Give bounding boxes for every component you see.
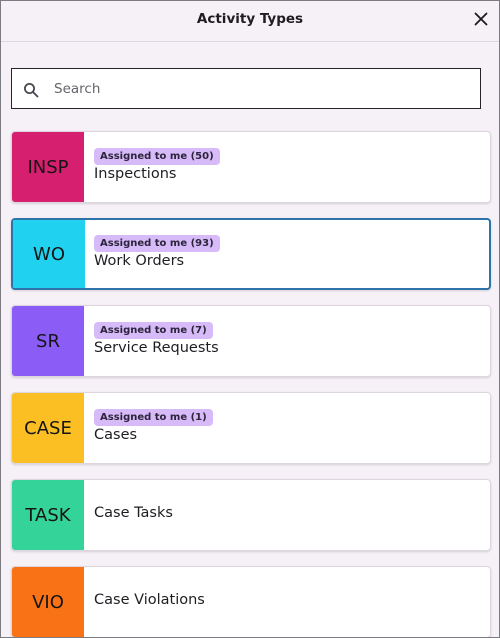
activity-type-list: INSP Assigned to me (50) Inspections WO … <box>11 131 491 637</box>
activity-type-name: Cases <box>94 427 138 443</box>
activity-type-card-service-requests[interactable]: SR Assigned to me (7) Service Requests <box>11 305 491 377</box>
activity-type-name: Inspections <box>94 166 177 182</box>
assigned-badge: Assigned to me (7) <box>94 322 213 339</box>
activity-type-name: Case Tasks <box>94 505 173 521</box>
dialog-header: Activity Types <box>1 1 499 42</box>
activity-code-tile: INSP <box>12 132 84 202</box>
assigned-badge: Assigned to me (93) <box>94 235 220 252</box>
activity-type-card-cases[interactable]: CASE Assigned to me (1) Cases <box>11 392 491 464</box>
activity-type-card-work-orders[interactable]: WO Assigned to me (93) Work Orders <box>11 218 491 290</box>
activity-type-card-case-violations[interactable]: VIO Case Violations <box>11 566 491 637</box>
activity-type-card-case-tasks[interactable]: TASK Case Tasks <box>11 479 491 551</box>
activity-code-tile: CASE <box>12 393 84 463</box>
search-input[interactable] <box>52 77 466 101</box>
activity-type-name: Service Requests <box>94 340 219 356</box>
close-icon <box>474 12 488 26</box>
assigned-badge: Assigned to me (1) <box>94 409 213 426</box>
activity-types-dialog: Activity Types INSP Assigned to me (50) … <box>0 0 500 638</box>
dialog-title: Activity Types <box>196 11 304 27</box>
activity-type-name: Case Violations <box>94 592 205 608</box>
activity-code-tile: VIO <box>12 567 84 637</box>
activity-type-name: Work Orders <box>94 253 185 269</box>
close-button[interactable] <box>471 9 491 29</box>
activity-type-card-inspections[interactable]: INSP Assigned to me (50) Inspections <box>11 131 491 203</box>
assigned-badge: Assigned to me (50) <box>94 148 220 165</box>
search-icon <box>24 83 39 98</box>
search-field[interactable] <box>11 68 481 109</box>
activity-code-tile: TASK <box>12 480 84 550</box>
activity-code-tile: SR <box>12 306 84 376</box>
activity-code-tile: WO <box>13 220 85 288</box>
